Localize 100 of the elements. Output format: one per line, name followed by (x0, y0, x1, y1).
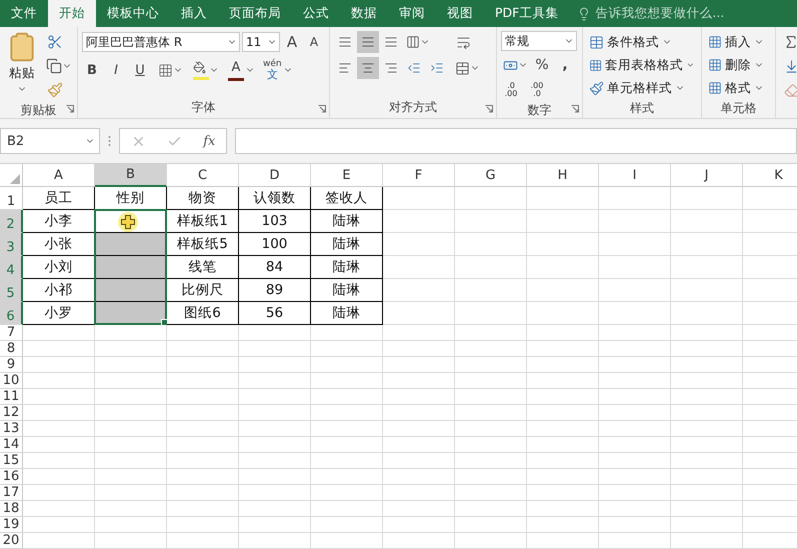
grid-cell[interactable] (671, 187, 743, 210)
row-header[interactable]: 8 (0, 341, 23, 357)
grid-cell[interactable] (167, 405, 239, 421)
grid-cell[interactable] (239, 485, 311, 501)
ribbon-tab[interactable]: 数据 (340, 0, 388, 27)
grid-cell[interactable] (671, 389, 743, 405)
dialog-launcher-icon[interactable] (571, 105, 579, 113)
grid-cell[interactable] (455, 210, 527, 233)
grid-cell[interactable] (311, 517, 383, 533)
grid-cell[interactable] (671, 421, 743, 437)
dialog-launcher-icon[interactable] (318, 105, 326, 113)
grid-cell[interactable] (527, 233, 599, 256)
grid-cell[interactable] (239, 373, 311, 389)
grid-cell[interactable] (527, 421, 599, 437)
grid-cell[interactable] (167, 485, 239, 501)
grid-cell[interactable] (455, 302, 527, 325)
grid-cell[interactable] (383, 357, 455, 373)
column-header[interactable]: D (239, 164, 311, 187)
ribbon-tab[interactable]: 开始 (48, 0, 96, 27)
grid-cell[interactable] (527, 437, 599, 453)
grid-cell[interactable] (311, 501, 383, 517)
grid-cell[interactable] (599, 485, 671, 501)
row-header[interactable]: 15 (0, 453, 23, 469)
grow-font-button[interactable]: A (282, 31, 302, 53)
grid-cell[interactable] (383, 389, 455, 405)
grid-cell[interactable] (167, 341, 239, 357)
grid-cell[interactable] (599, 421, 671, 437)
phonetic-button[interactable]: wén 文 (261, 59, 295, 81)
grid-cell[interactable] (23, 373, 95, 389)
grid-cell[interactable] (671, 233, 743, 256)
dialog-launcher-icon[interactable] (66, 105, 74, 113)
dialog-launcher-icon[interactable] (485, 105, 493, 113)
ribbon-tab[interactable]: 公式 (292, 0, 340, 27)
grid-cell[interactable] (599, 437, 671, 453)
grid-cell[interactable] (95, 421, 167, 437)
grid-cell[interactable] (167, 421, 239, 437)
grid-cell[interactable] (95, 485, 167, 501)
grid-cell[interactable] (23, 357, 95, 373)
grid-cell[interactable] (599, 341, 671, 357)
name-box[interactable]: B2 (0, 128, 100, 154)
grid-cell[interactable] (95, 373, 167, 389)
grid-cell[interactable] (383, 302, 455, 325)
row-header[interactable]: 2 (0, 210, 23, 233)
grid-cell[interactable] (599, 210, 671, 233)
cell-styles-button[interactable]: 单元格样式 (587, 77, 697, 99)
grid-cell[interactable] (239, 389, 311, 405)
grid-cell[interactable] (599, 405, 671, 421)
grid-cell[interactable] (311, 373, 383, 389)
grid-cell[interactable] (527, 256, 599, 279)
column-header[interactable]: G (455, 164, 527, 187)
grid-cell[interactable] (383, 533, 455, 549)
grid-cell[interactable] (23, 469, 95, 485)
grid-cell[interactable] (383, 469, 455, 485)
grid-cell[interactable] (671, 341, 743, 357)
grid-cell[interactable] (311, 357, 383, 373)
conditional-format-button[interactable]: 条件格式 (587, 31, 697, 53)
grid-cell[interactable] (527, 357, 599, 373)
grid-cell[interactable] (239, 501, 311, 517)
grid-cell[interactable] (167, 373, 239, 389)
delete-button[interactable]: 删除 (706, 54, 771, 76)
grid-cell[interactable] (455, 357, 527, 373)
grid-cell[interactable] (599, 389, 671, 405)
row-header[interactable]: 13 (0, 421, 23, 437)
grid-cell[interactable] (383, 437, 455, 453)
grid-cell[interactable] (599, 256, 671, 279)
grid-cell[interactable] (239, 533, 311, 549)
shrink-font-button[interactable]: A (304, 31, 324, 53)
grid-cell[interactable] (455, 187, 527, 210)
column-header[interactable]: I (599, 164, 671, 187)
grid-cell[interactable] (671, 279, 743, 302)
grid-cell[interactable] (527, 341, 599, 357)
format-as-table-button[interactable]: 套用表格格式 (587, 54, 697, 76)
grid-cell[interactable] (95, 341, 167, 357)
grid-cell[interactable] (455, 233, 527, 256)
column-header[interactable]: A (23, 164, 95, 187)
grid-cell[interactable] (671, 501, 743, 517)
column-header[interactable]: F (383, 164, 455, 187)
grid-cell[interactable] (599, 187, 671, 210)
grid-cell[interactable] (671, 210, 743, 233)
grid-cell[interactable] (239, 421, 311, 437)
grid-cell[interactable] (167, 501, 239, 517)
grid-cell[interactable] (527, 187, 599, 210)
grid-cell[interactable] (383, 210, 455, 233)
grid-cell[interactable] (671, 517, 743, 533)
grid-cell[interactable] (23, 421, 95, 437)
grid-cell[interactable] (455, 469, 527, 485)
row-header[interactable]: 18 (0, 501, 23, 517)
grid-cell[interactable] (311, 533, 383, 549)
grid-cell[interactable] (527, 325, 599, 341)
grid-cell[interactable] (95, 437, 167, 453)
paste-button[interactable]: 粘贴 (4, 31, 40, 101)
grid-cell[interactable] (95, 501, 167, 517)
grid-cell[interactable] (383, 453, 455, 469)
grid-cell[interactable] (311, 485, 383, 501)
grid-cell[interactable] (455, 256, 527, 279)
grid-cell[interactable] (599, 373, 671, 389)
grid-cell[interactable] (527, 373, 599, 389)
row-header[interactable]: 6 (0, 302, 23, 325)
grid-cell[interactable] (671, 405, 743, 421)
grid-cell[interactable] (239, 357, 311, 373)
